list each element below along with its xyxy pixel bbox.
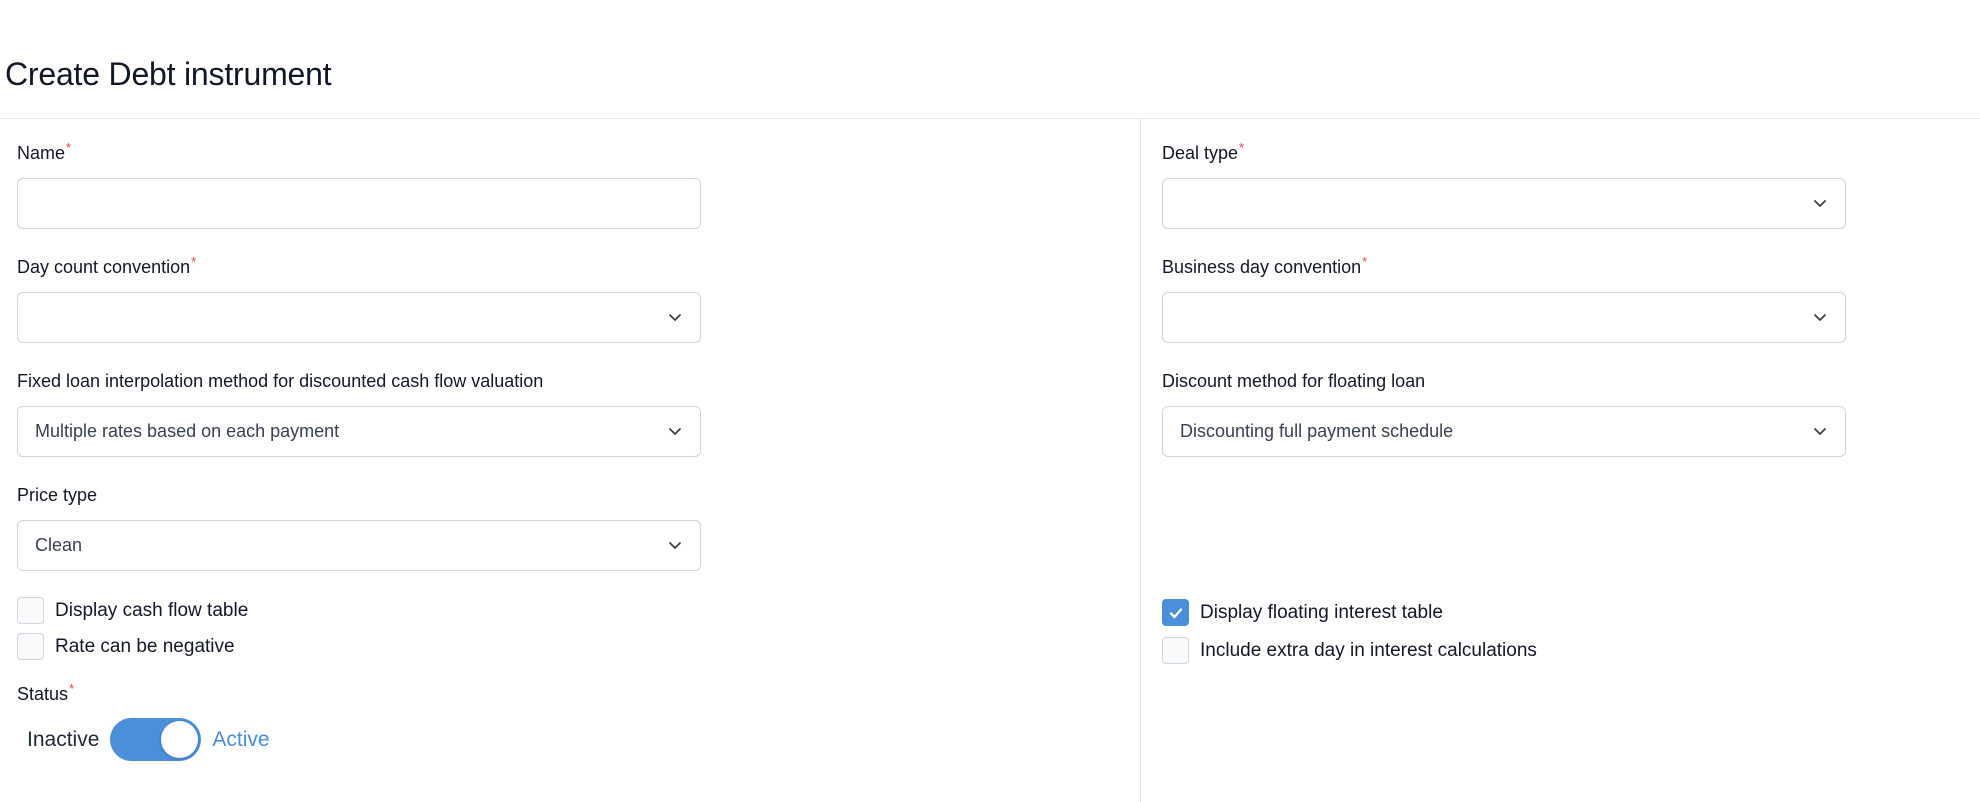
business-day-convention-select[interactable] [1162, 292, 1846, 343]
day-count-convention-label-text: Day count convention [17, 257, 191, 277]
status-active-label: Active [212, 727, 270, 751]
price-type-label: Price type [17, 485, 98, 505]
deal-type-select[interactable] [1162, 178, 1846, 229]
required-mark: * [69, 681, 75, 696]
status-inactive-label: Inactive [27, 727, 100, 751]
display-cash-flow-table-row: Display cash flow table [17, 597, 248, 624]
status-toggle[interactable] [110, 718, 202, 761]
chevron-down-icon [1814, 428, 1826, 435]
toggle-knob [161, 721, 199, 758]
status-toggle-row: Inactive Active [27, 718, 270, 761]
display-floating-interest-table-checkbox[interactable] [1162, 599, 1189, 626]
required-mark: * [1362, 254, 1368, 269]
price-type-select[interactable]: Clean [17, 520, 701, 571]
rate-can-be-negative-row: Rate can be negative [17, 633, 235, 660]
discount-method-floating-select[interactable]: Discounting full payment schedule [1162, 406, 1846, 457]
chevron-down-icon [1814, 314, 1826, 321]
include-extra-day-checkbox[interactable] [1162, 637, 1189, 664]
display-cash-flow-table-label: Display cash flow table [55, 599, 249, 621]
fixed-loan-interpolation-value: Multiple rates based on each payment [35, 421, 340, 441]
fixed-loan-interpolation-label: Fixed loan interpolation method for disc… [17, 371, 544, 391]
chevron-down-icon [669, 542, 681, 549]
name-input[interactable] [17, 178, 701, 229]
chevron-down-icon [1814, 200, 1826, 207]
discount-method-floating-value: Discounting full payment schedule [1180, 421, 1454, 441]
chevron-down-icon [669, 314, 681, 321]
fixed-loan-interpolation-select[interactable]: Multiple rates based on each payment [17, 406, 701, 457]
business-day-convention-label-text: Business day convention [1162, 257, 1362, 277]
column-divider [1140, 118, 1141, 802]
chevron-down-icon [669, 428, 681, 435]
day-count-convention-select[interactable] [17, 292, 701, 343]
required-mark: * [66, 140, 72, 155]
required-mark: * [191, 254, 197, 269]
discount-method-floating-label: Discount method for floating loan [1162, 371, 1426, 391]
status-label-text: Status [17, 684, 69, 704]
include-extra-day-row: Include extra day in interest calculatio… [1162, 637, 1537, 664]
display-floating-interest-table-label: Display floating interest table [1200, 601, 1443, 623]
required-mark: * [1239, 140, 1245, 155]
day-count-convention-label: Day count convention* [17, 254, 197, 278]
deal-type-label-text: Deal type [1162, 143, 1239, 163]
page-title: Create Debt instrument [5, 56, 332, 92]
header-divider [0, 118, 1980, 119]
deal-type-label: Deal type* [1162, 140, 1245, 164]
check-icon [1169, 607, 1182, 618]
rate-can-be-negative-label: Rate can be negative [55, 635, 235, 657]
name-label: Name* [17, 140, 72, 164]
business-day-convention-label: Business day convention* [1162, 254, 1368, 278]
display-floating-interest-table-row: Display floating interest table [1162, 599, 1443, 626]
name-label-text: Name [17, 143, 66, 163]
rate-can-be-negative-checkbox[interactable] [17, 633, 44, 660]
include-extra-day-label: Include extra day in interest calculatio… [1200, 639, 1537, 661]
status-label: Status* [17, 681, 75, 705]
price-type-value: Clean [35, 535, 83, 555]
display-cash-flow-table-checkbox[interactable] [17, 597, 44, 624]
